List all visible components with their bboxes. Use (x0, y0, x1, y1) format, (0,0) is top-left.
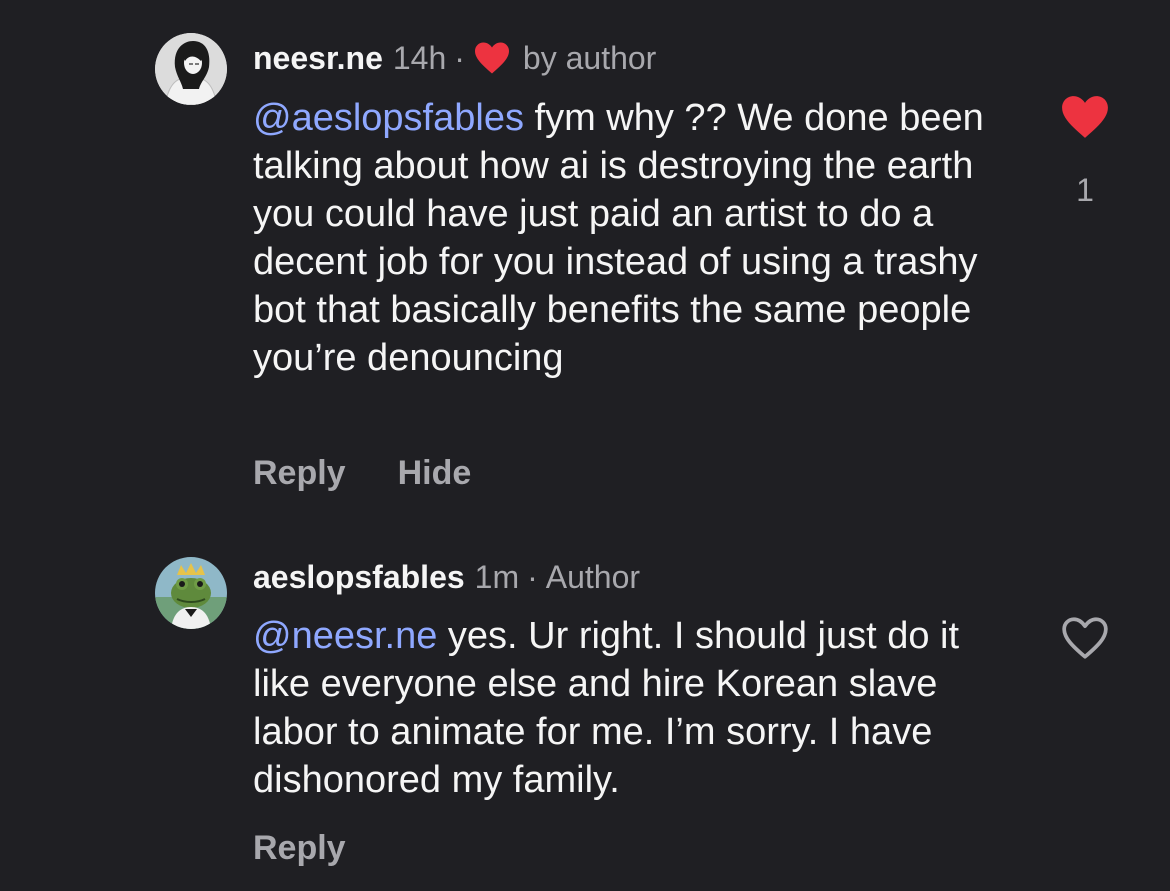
comment-actions: Reply (253, 828, 346, 868)
mention-link[interactable]: @aeslopsfables (253, 97, 524, 139)
comment-text: @neesr.ne yes. Ur right. I should just d… (253, 612, 1013, 804)
comment-actions: Reply Hide (253, 453, 471, 493)
avatar[interactable] (155, 557, 227, 629)
avatar-image (155, 557, 227, 629)
avatar[interactable] (155, 33, 227, 105)
hide-button[interactable]: Hide (398, 453, 472, 493)
reply-button[interactable]: Reply (253, 453, 346, 493)
comment-meta: neesr.ne 14h · by author (253, 38, 656, 78)
heart-filled-icon (1062, 96, 1108, 138)
liked-by-author-label: by author (522, 40, 657, 76)
username[interactable]: neesr.ne (253, 38, 383, 78)
avatar-image (155, 33, 227, 105)
heart-outline-icon (1062, 617, 1108, 659)
like-button[interactable] (1060, 94, 1110, 140)
comment-text: @aeslopsfables fym why ?? We done been t… (253, 94, 1013, 382)
comment-neesr-ne: neesr.ne 14h · by author @aeslopsfables … (0, 0, 1170, 520)
reply-button[interactable]: Reply (253, 828, 346, 868)
comment-body: fym why ?? We done been talking about ho… (253, 97, 984, 379)
comment-meta: aeslopsfables 1m · Author (253, 557, 640, 597)
like-button[interactable] (1060, 615, 1110, 661)
separator-dot: · (527, 559, 538, 595)
timestamp: 14h (392, 40, 447, 76)
mention-link[interactable]: @neesr.ne (253, 615, 437, 657)
like-count: 1 (1076, 172, 1094, 208)
heart-filled-icon (473, 41, 511, 75)
author-badge: Author (545, 559, 641, 595)
username[interactable]: aeslopsfables (253, 557, 465, 597)
comment-aeslopsfables: aeslopsfables 1m · Author @neesr.ne yes.… (0, 520, 1170, 891)
separator-dot: · (454, 40, 465, 76)
timestamp: 1m (474, 559, 520, 595)
